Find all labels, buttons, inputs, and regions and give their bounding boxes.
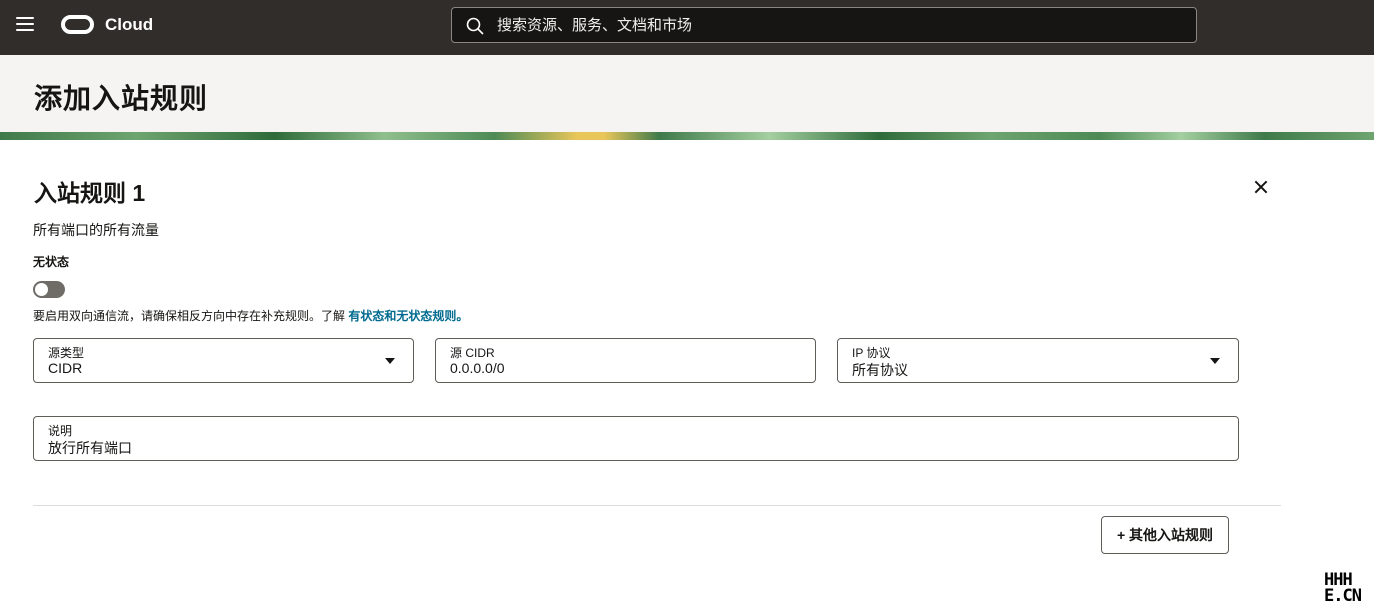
decorative-banner xyxy=(0,132,1374,140)
search-icon xyxy=(466,17,484,35)
page-header: 添加入站规则 xyxy=(0,55,1374,132)
stateful-stateless-link[interactable]: 有状态和无状态规则。 xyxy=(348,309,468,323)
stateless-label: 无状态 xyxy=(33,255,70,269)
source-type-select[interactable]: 源类型 CIDR xyxy=(33,338,414,383)
chevron-down-icon[interactable] xyxy=(1210,358,1220,364)
brand-name[interactable]: Cloud xyxy=(105,15,153,35)
description-value[interactable]: 放行所有端口 xyxy=(48,438,132,458)
search-box[interactable] xyxy=(451,7,1197,43)
top-navigation-bar: Cloud xyxy=(0,0,1374,55)
add-ingress-rule-button[interactable]: + 其他入站规则 xyxy=(1101,516,1229,554)
description-label: 说明 xyxy=(48,424,73,438)
stateless-toggle[interactable] xyxy=(33,281,65,298)
source-cidr-label: 源 CIDR xyxy=(450,346,495,360)
source-cidr-input[interactable]: 源 CIDR 0.0.0.0/0 xyxy=(435,338,816,383)
page-title: 添加入站规则 xyxy=(34,83,209,114)
helper-text: 要启用双向通信流，请确保相反方向中存在补充规则。了解 有状态和无状态规则。 xyxy=(33,307,468,324)
search-input[interactable] xyxy=(497,8,1177,42)
hamburger-menu-icon[interactable] xyxy=(16,17,34,31)
source-cidr-value[interactable]: 0.0.0.0/0 xyxy=(450,360,505,376)
chevron-down-icon[interactable] xyxy=(385,358,395,364)
watermark-logo: HHH E.CN xyxy=(1324,572,1374,606)
ip-protocol-label: IP 协议 xyxy=(852,346,891,360)
watermark-line-2: E.CN xyxy=(1324,586,1362,606)
divider xyxy=(33,505,1281,506)
description-input[interactable]: 说明 放行所有端口 xyxy=(33,416,1239,461)
rule-subtitle: 所有端口的所有流量 xyxy=(33,222,159,238)
oracle-logo-icon[interactable] xyxy=(61,15,94,34)
helper-text-body: 要启用双向通信流，请确保相反方向中存在补充规则。了解 xyxy=(33,309,349,323)
ip-protocol-value: 所有协议 xyxy=(852,362,908,378)
source-type-value: CIDR xyxy=(48,360,83,376)
rule-title: 入站规则 1 xyxy=(34,180,146,206)
close-icon[interactable] xyxy=(1252,178,1270,196)
ip-protocol-select[interactable]: IP 协议 所有协议 xyxy=(837,338,1239,383)
source-type-label: 源类型 xyxy=(48,346,85,360)
toggle-knob xyxy=(35,283,48,296)
